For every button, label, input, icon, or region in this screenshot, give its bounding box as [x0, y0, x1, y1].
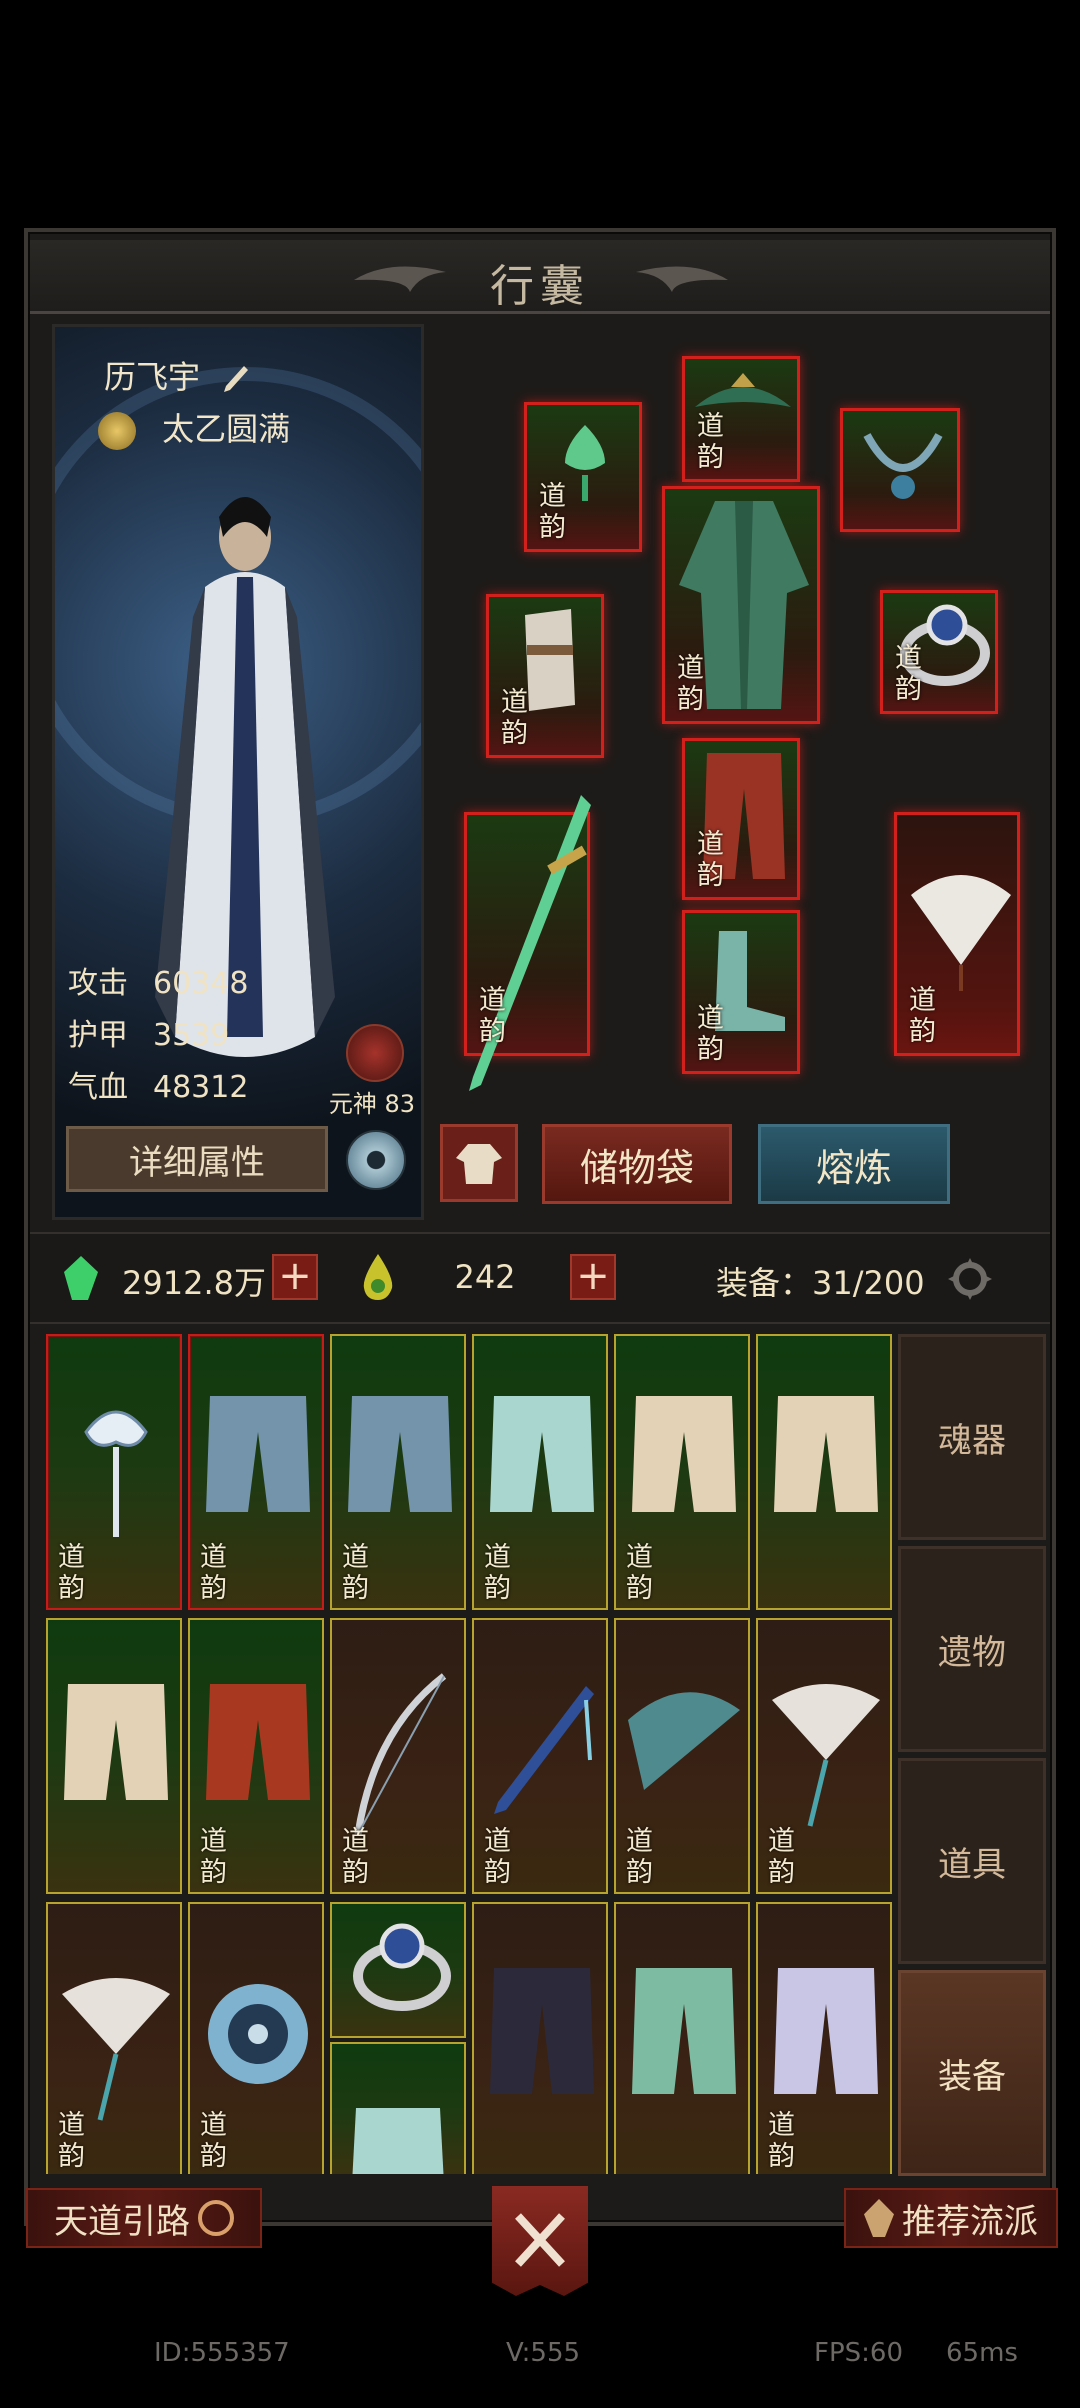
page-title: 行囊	[490, 261, 590, 312]
pants-icon	[352, 2108, 444, 2174]
equip-slot-necklace[interactable]	[840, 408, 960, 532]
heavenly-guide-label: 天道引路	[54, 2201, 190, 2242]
pants-icon	[490, 1968, 594, 2094]
tab-relic[interactable]: 遗物	[898, 1546, 1046, 1752]
inventory-item[interactable]: 道韵	[756, 1618, 892, 1894]
fps-label: FPS:60	[814, 2338, 903, 2368]
inventory-item[interactable]: 道韵	[756, 1902, 892, 2174]
stat-armor: 护甲 3539	[68, 1018, 230, 1053]
pants-icon	[64, 1684, 168, 1800]
fan-icon	[628, 1692, 740, 1790]
inventory-item[interactable]	[756, 1334, 892, 1610]
inventory-item[interactable]: 道韵	[330, 1334, 466, 1610]
pants-icon	[490, 1396, 594, 1512]
inventory-item[interactable]: 道韵	[188, 1618, 324, 1894]
equip-slot-bracer[interactable]: 道韵	[486, 594, 604, 758]
stat-health: 气血 48312	[68, 1070, 249, 1105]
equip-slot-robe[interactable]: 道韵	[662, 486, 820, 724]
smelt-button[interactable]: 熔炼	[758, 1124, 950, 1204]
ring-icon	[353, 1923, 451, 2011]
pants-icon	[632, 1396, 736, 1512]
realm-label: 太乙圆满	[162, 410, 291, 448]
jade-disc-button[interactable]	[346, 1130, 406, 1190]
outfit-button[interactable]	[440, 1124, 518, 1202]
inventory-item[interactable]	[330, 1902, 466, 2038]
equip-slot-weapon[interactable]: 道韵	[464, 795, 591, 1091]
equip-slot-pants[interactable]: 道韵	[682, 738, 800, 900]
settings-gear-icon[interactable]	[944, 1256, 996, 1302]
equip-slot-boots[interactable]: 道韵	[682, 910, 800, 1074]
edit-name-icon[interactable]	[222, 364, 250, 394]
pants-icon	[206, 1396, 310, 1512]
fan-icon	[911, 875, 1011, 991]
recommended-build-label: 推荐流派	[902, 2201, 1038, 2242]
essence-amount: 242	[454, 1258, 516, 1296]
add-essence-button[interactable]: +	[570, 1254, 616, 1300]
equipment-count: 装备：31/200	[716, 1264, 925, 1302]
guide-emblem-icon	[198, 2200, 234, 2236]
character-name: 历飞宇	[104, 358, 201, 396]
tab-equipment[interactable]: 装备	[898, 1970, 1046, 2176]
inventory-item[interactable]: 道韵	[472, 1334, 608, 1610]
fan-icon	[772, 1684, 880, 1827]
add-spirit-stone-button[interactable]: +	[272, 1254, 318, 1300]
equip-slot-pendant[interactable]: 道韵	[524, 402, 642, 552]
inventory-item[interactable]: 道韵	[330, 1618, 466, 1894]
inventory-item[interactable]	[614, 1902, 750, 2174]
equip-slot-ring[interactable]: 道韵	[880, 590, 998, 714]
outfit-icon	[456, 1144, 502, 1184]
realm-row: 太乙圆满	[98, 404, 290, 450]
tab-soul-artifact[interactable]: 魂器	[898, 1334, 1046, 1540]
necklace-icon	[863, 433, 943, 499]
character-name-row[interactable]: 历飞宇	[104, 352, 250, 398]
blade-wheel-icon	[208, 1984, 308, 2084]
bow-icon	[354, 1673, 447, 1835]
inventory-item[interactable]: 道韵	[46, 1902, 182, 2174]
player-id: ID:555357	[154, 2338, 290, 2368]
pants-icon	[206, 1684, 310, 1800]
close-button[interactable]	[492, 2186, 588, 2296]
recommended-build-button[interactable]: 推荐流派	[844, 2188, 1058, 2248]
spirit-stone-amount: 2912.8万	[122, 1264, 266, 1302]
inventory-item[interactable]	[46, 1618, 182, 1894]
inventory-item[interactable]: 道韵	[188, 1334, 324, 1610]
dagger-icon	[494, 1686, 594, 1814]
fan-icon	[62, 1978, 170, 2121]
equip-slot-offhand[interactable]: 道韵	[894, 812, 1020, 1056]
inventory-item[interactable]: 道韵	[46, 1334, 182, 1610]
spirit-stone-icon	[64, 1256, 98, 1300]
essence-drop-icon	[363, 1254, 393, 1300]
build-emblem-icon	[864, 2199, 894, 2237]
inventory-item[interactable]: 道韵	[472, 1618, 608, 1894]
realm-icon	[98, 412, 136, 450]
pants-icon	[774, 1968, 878, 2094]
pants-icon	[774, 1396, 878, 1512]
inventory-item[interactable]: 道韵	[614, 1334, 750, 1610]
inventory-grid: 道韵 道韵 道韵 道韵 道韵 道韵 道韵 道韵 道韵 道韵 道韵 道韵 道韵	[44, 1334, 894, 2174]
soul-indicator[interactable]: 元神 83	[322, 1020, 418, 1120]
soul-icon	[346, 1024, 404, 1082]
inventory-item[interactable]: 道韵	[614, 1618, 750, 1894]
latency-label: 65ms	[946, 2338, 1018, 2368]
inventory-item[interactable]	[472, 1902, 608, 2174]
inventory-item[interactable]	[330, 2042, 466, 2174]
pants-icon	[632, 1968, 736, 2094]
jade-sword-icon	[469, 795, 591, 1091]
cloud-pendant-icon	[84, 1410, 148, 1537]
detail-attributes-button[interactable]: 详细属性	[66, 1126, 328, 1192]
tab-items[interactable]: 道具	[898, 1758, 1046, 1964]
character-figure	[155, 497, 335, 1057]
pants-icon	[348, 1396, 452, 1512]
close-icon	[515, 2213, 565, 2267]
heavenly-guide-button[interactable]: 天道引路	[26, 2188, 262, 2248]
storage-bag-button[interactable]: 储物袋	[542, 1124, 732, 1204]
inventory-item[interactable]: 道韵	[188, 1902, 324, 2174]
version-label: V:555	[506, 2338, 581, 2368]
soul-label: 元神 83	[328, 1090, 416, 1118]
equip-slot-hat[interactable]: 道韵	[682, 356, 800, 482]
stat-attack: 攻击 60348	[68, 966, 249, 1001]
